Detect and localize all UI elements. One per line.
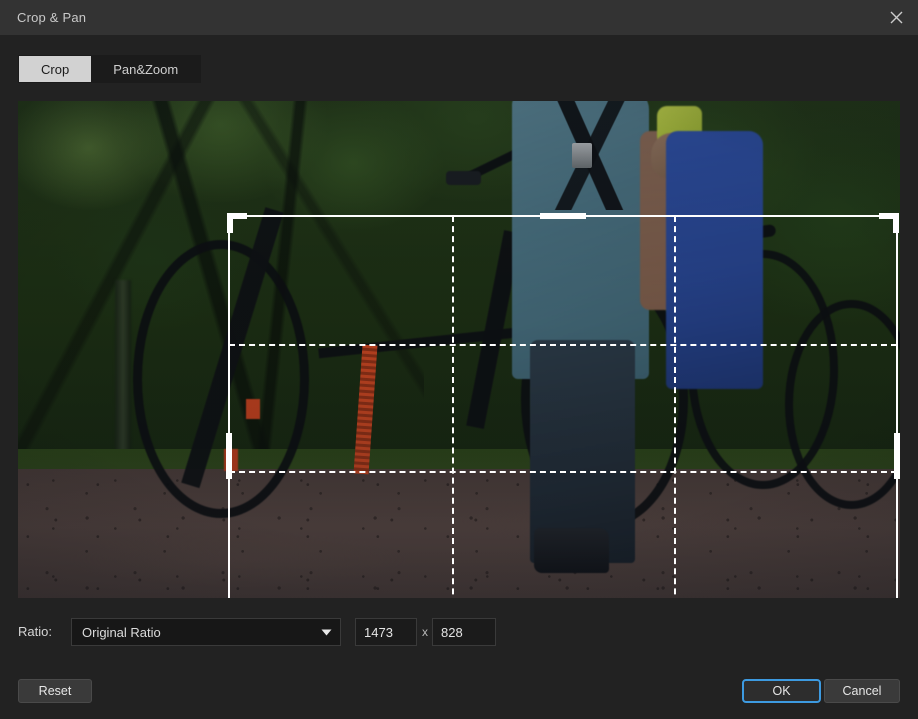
tab-crop-label: Crop [41, 61, 70, 77]
rider-one-strap-buckle [571, 143, 593, 169]
reset-button[interactable]: Reset [18, 679, 92, 703]
preview-stage[interactable] [18, 101, 900, 598]
crop-height-input[interactable] [432, 618, 496, 646]
title-bar: Crop & Pan [0, 0, 918, 35]
window-title: Crop & Pan [17, 10, 87, 25]
crop-width-input[interactable] [355, 618, 417, 646]
crop-handle-top-center[interactable] [540, 213, 586, 219]
tab-crop[interactable]: Crop [19, 56, 92, 82]
cancel-button[interactable]: Cancel [824, 679, 900, 703]
crop-handle-top-left[interactable] [227, 213, 233, 233]
close-icon [890, 11, 903, 24]
crop-grid-vertical-1 [451, 216, 454, 598]
tab-pan-zoom-label: Pan&Zoom [113, 61, 179, 77]
crop-grid-horizontal-2 [229, 470, 897, 473]
ok-button-label: OK [772, 684, 791, 698]
tab-pan-zoom[interactable]: Pan&Zoom [91, 56, 201, 82]
bike-grip [445, 170, 482, 186]
dimension-separator: x [422, 625, 428, 639]
crop-handle-top-right[interactable] [893, 213, 899, 233]
chevron-down-icon [312, 629, 340, 636]
close-button[interactable] [874, 0, 918, 35]
crop-grid-vertical-2 [674, 216, 677, 598]
ratio-label: Ratio: [18, 624, 52, 639]
dialog-footer: Reset OK Cancel [0, 666, 918, 719]
ok-button[interactable]: OK [742, 679, 821, 703]
mode-tab-strip: Crop Pan&Zoom [18, 55, 202, 83]
crop-and-pan-dialog: Crop & Pan Crop Pan&Zoom Ratio: Original… [0, 0, 918, 719]
crop-handle-middle-left[interactable] [226, 432, 232, 479]
crop-grid-horizontal-1 [229, 344, 897, 347]
reset-button-label: Reset [38, 684, 72, 698]
crop-selection-rect[interactable] [226, 213, 900, 598]
ratio-dropdown-value: Original Ratio [82, 624, 161, 640]
cancel-button-label: Cancel [842, 684, 882, 698]
ratio-controls: Ratio: Original Ratio x [0, 618, 918, 646]
ratio-dropdown[interactable]: Original Ratio [71, 618, 341, 646]
crop-handle-middle-right[interactable] [894, 432, 900, 479]
